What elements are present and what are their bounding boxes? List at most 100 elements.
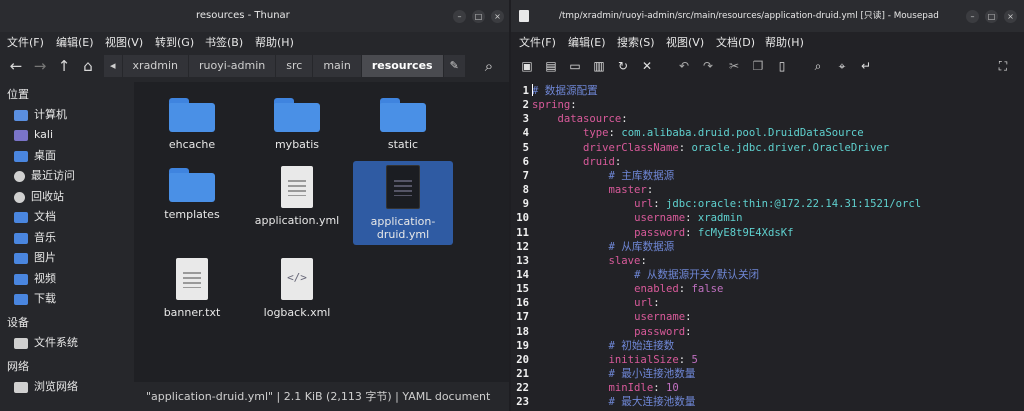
line-content: password: [634, 325, 692, 338]
line-content: # 数据源配置 [532, 85, 598, 97]
sidebar-item-documents[interactable]: 文档 [14, 208, 132, 226]
devices-header: 设备 [7, 316, 29, 329]
line-number: 2 [522, 99, 529, 112]
file-item-application-druid-yml[interactable]: application-druid.yml [353, 161, 453, 245]
breadcrumb-xradmin[interactable]: xradmin [122, 55, 190, 77]
line-number: 10 [516, 212, 529, 225]
file-name: mybatis [274, 138, 320, 151]
cut-icon[interactable]: ✂ [725, 56, 743, 76]
folder-item-templates[interactable]: templates [140, 158, 244, 238]
back-arrow-icon[interactable]: ← [5, 55, 27, 77]
sidebar-item-pictures[interactable]: 图片 [14, 249, 132, 267]
network-header: 网络 [7, 360, 29, 373]
find-replace-icon[interactable]: ⌖ [833, 56, 851, 76]
thunar-sidebar: 位置 计算机 kali 桌面 最近访问 回收站 文档 音乐 图片 视频 下载 设… [0, 82, 133, 411]
minimize-button[interactable]: – [453, 10, 466, 23]
breadcrumb-ruoyi-admin[interactable]: ruoyi-admin [189, 55, 277, 77]
line-content: slave: [608, 254, 647, 267]
menu-document[interactable]: 文档(D) [716, 34, 755, 50]
copy-icon[interactable]: ❐ [749, 56, 767, 76]
menu-bookmarks[interactable]: 书签(B) [205, 34, 243, 50]
line-number: 13 [516, 254, 529, 267]
sidebar-item-downloads[interactable]: 下载 [14, 290, 132, 308]
menu-file[interactable]: 文件(F) [7, 34, 44, 50]
minimize-button[interactable]: – [966, 10, 979, 23]
line-number: 17 [516, 311, 529, 324]
go-to-line-icon[interactable]: ↵ [857, 56, 875, 76]
breadcrumb-resources[interactable]: resources [361, 55, 444, 77]
line-number: 3 [522, 113, 529, 126]
line-number: 12 [516, 240, 529, 253]
close-document-icon[interactable]: ✕ [638, 56, 656, 76]
fullscreen-icon[interactable]: ⛶ [994, 56, 1012, 76]
sidebar-item-recent[interactable]: 最近访问 [14, 167, 132, 185]
maximize-button[interactable]: □ [472, 10, 485, 23]
line-content: # 主库数据源 [608, 169, 675, 182]
new-document-icon[interactable]: ▣ [518, 56, 536, 76]
forward-arrow-icon[interactable]: → [29, 55, 51, 77]
close-button[interactable]: × [491, 10, 504, 23]
computer-icon [14, 109, 28, 121]
breadcrumb-main[interactable]: main [313, 55, 362, 77]
menu-go[interactable]: 转到(G) [155, 34, 194, 50]
thunar-window: resources - Thunar – □ × 文件(F) 编辑(E) 视图(… [0, 0, 509, 411]
folder-icon [169, 98, 215, 132]
line-content: # 从数据源开关/默认关闭 [634, 268, 760, 281]
sidebar-item-trash[interactable]: 回收站 [14, 188, 132, 206]
find-icon[interactable]: ⌕ [809, 56, 827, 76]
menu-search[interactable]: 搜索(S) [617, 34, 655, 50]
file-name: application-druid.yml [370, 215, 436, 241]
breadcrumb-src[interactable]: src [276, 55, 314, 77]
menu-edit[interactable]: 编辑(E) [56, 34, 94, 50]
line-content: password: fcMyE8t9E4XdsKf [634, 226, 794, 239]
menu-view[interactable]: 视图(V) [666, 34, 704, 50]
reload-icon[interactable]: ↻ [614, 56, 632, 76]
folder-item-static[interactable]: static [351, 88, 455, 168]
new-window-icon[interactable]: ▤ [542, 56, 560, 76]
menu-help[interactable]: 帮助(H) [255, 34, 294, 50]
menu-help[interactable]: 帮助(H) [765, 34, 804, 50]
folder-item-ehcache[interactable]: ehcache [140, 88, 244, 168]
sidebar-item-desktop[interactable]: 桌面 [14, 147, 132, 165]
file-item-logback-xml[interactable]: </> logback.xml [245, 254, 349, 326]
home-icon[interactable]: ⌂ [77, 55, 99, 77]
trash-icon [14, 191, 25, 203]
menu-file[interactable]: 文件(F) [519, 34, 556, 50]
sidebar-item-computer[interactable]: 计算机 [14, 106, 132, 124]
text-file-icon [281, 166, 313, 208]
file-item-application-yml[interactable]: application.yml [245, 162, 349, 242]
close-button[interactable]: × [1004, 10, 1017, 23]
paste-icon[interactable]: ▯ [773, 56, 791, 76]
save-icon[interactable]: ▭ [566, 56, 584, 76]
up-arrow-icon[interactable]: ↑ [53, 55, 75, 77]
save-as-icon[interactable]: ▥ [590, 56, 608, 76]
line-content: # 初始连接数 [608, 339, 675, 352]
sidebar-item-music[interactable]: 音乐 [14, 229, 132, 247]
sidebar-item-videos[interactable]: 视频 [14, 270, 132, 288]
undo-icon[interactable]: ↶ [675, 56, 693, 76]
file-view: ehcache mybatis static templates applica… [134, 82, 509, 382]
sidebar-item-browse-network[interactable]: 浏览网络 [14, 378, 132, 396]
breadcrumb-scroll-left-icon[interactable]: ◂ [104, 55, 123, 77]
folder-icon [380, 98, 426, 132]
text-editor[interactable]: 1 # 数据源配置 2 spring: 3 datasource: 4 type: com… [511, 82, 1024, 411]
line-content: # 最小连接池数量 [608, 368, 696, 380]
xml-file-icon: </> [281, 258, 313, 300]
menu-view[interactable]: 视图(V) [105, 34, 143, 50]
pencil-icon[interactable]: ✎ [443, 55, 466, 77]
line-number: 9 [522, 198, 529, 211]
file-item-banner-txt[interactable]: banner.txt [140, 254, 244, 326]
thunar-titlebar: resources - Thunar – □ × [0, 0, 509, 32]
folder-item-mybatis[interactable]: mybatis [245, 88, 349, 168]
line-number: 20 [516, 353, 529, 366]
line-number: 14 [516, 268, 529, 281]
search-icon[interactable]: ⌕ [478, 55, 500, 77]
line-number: 1 [522, 85, 529, 97]
line-content: # 最大连接池数量 [608, 396, 696, 409]
menu-edit[interactable]: 编辑(E) [568, 34, 606, 50]
sidebar-item-filesystem[interactable]: 文件系统 [14, 334, 132, 352]
sidebar-item-kali[interactable]: kali [14, 126, 132, 144]
maximize-button[interactable]: □ [985, 10, 998, 23]
redo-icon[interactable]: ↷ [699, 56, 717, 76]
line-content: driverClassName: oracle.jdbc.driver.Orac… [583, 141, 890, 154]
